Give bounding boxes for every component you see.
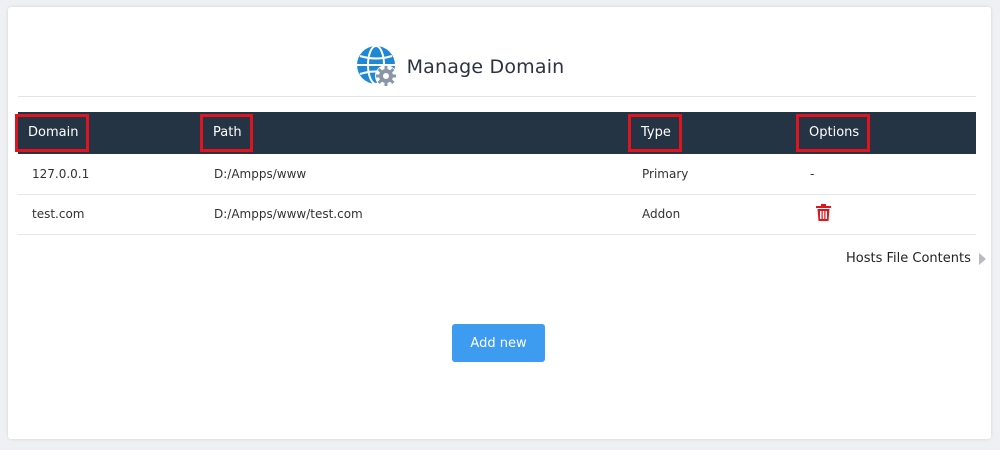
domain-table: Domain Path Type Options 127.0.0.1 D:/Am… (15, 112, 976, 235)
table-row: test.com D:/Ampps/www/test.com Addon (18, 194, 976, 234)
manage-domain-panel: Manage Domain Domain Path Type Options 1… (8, 7, 991, 439)
domain-cell: 127.0.0.1 (32, 166, 90, 181)
path-cell: D:/Ampps/www/test.com (214, 207, 363, 221)
header-divider (18, 96, 976, 97)
delete-domain-button[interactable] (802, 204, 831, 224)
column-header-domain[interactable]: Domain (15, 112, 200, 154)
panel-header: Manage Domain (8, 43, 991, 91)
globe-gear-icon (356, 45, 397, 87)
caret-right-icon (978, 252, 986, 265)
column-header-options[interactable]: Options (796, 112, 976, 154)
column-header-type[interactable]: Type (628, 112, 796, 154)
hosts-file-contents-link[interactable]: Hosts File Contents (846, 251, 986, 266)
page-title: Manage Domain (406, 56, 565, 78)
table-header-row: Domain Path Type Options (15, 112, 976, 154)
column-header-path[interactable]: Path (200, 112, 628, 154)
options-cell: - (810, 166, 815, 181)
trash-icon (816, 204, 831, 221)
path-cell: D:/Ampps/www (214, 166, 307, 181)
domain-cell: test.com (32, 207, 85, 221)
add-new-button[interactable]: Add new (452, 324, 545, 362)
type-cell: Addon (642, 207, 681, 221)
type-cell: Primary (642, 166, 689, 181)
table-row: 127.0.0.1 D:/Ampps/www Primary - (18, 154, 976, 194)
hosts-link-label: Hosts File Contents (846, 251, 971, 266)
